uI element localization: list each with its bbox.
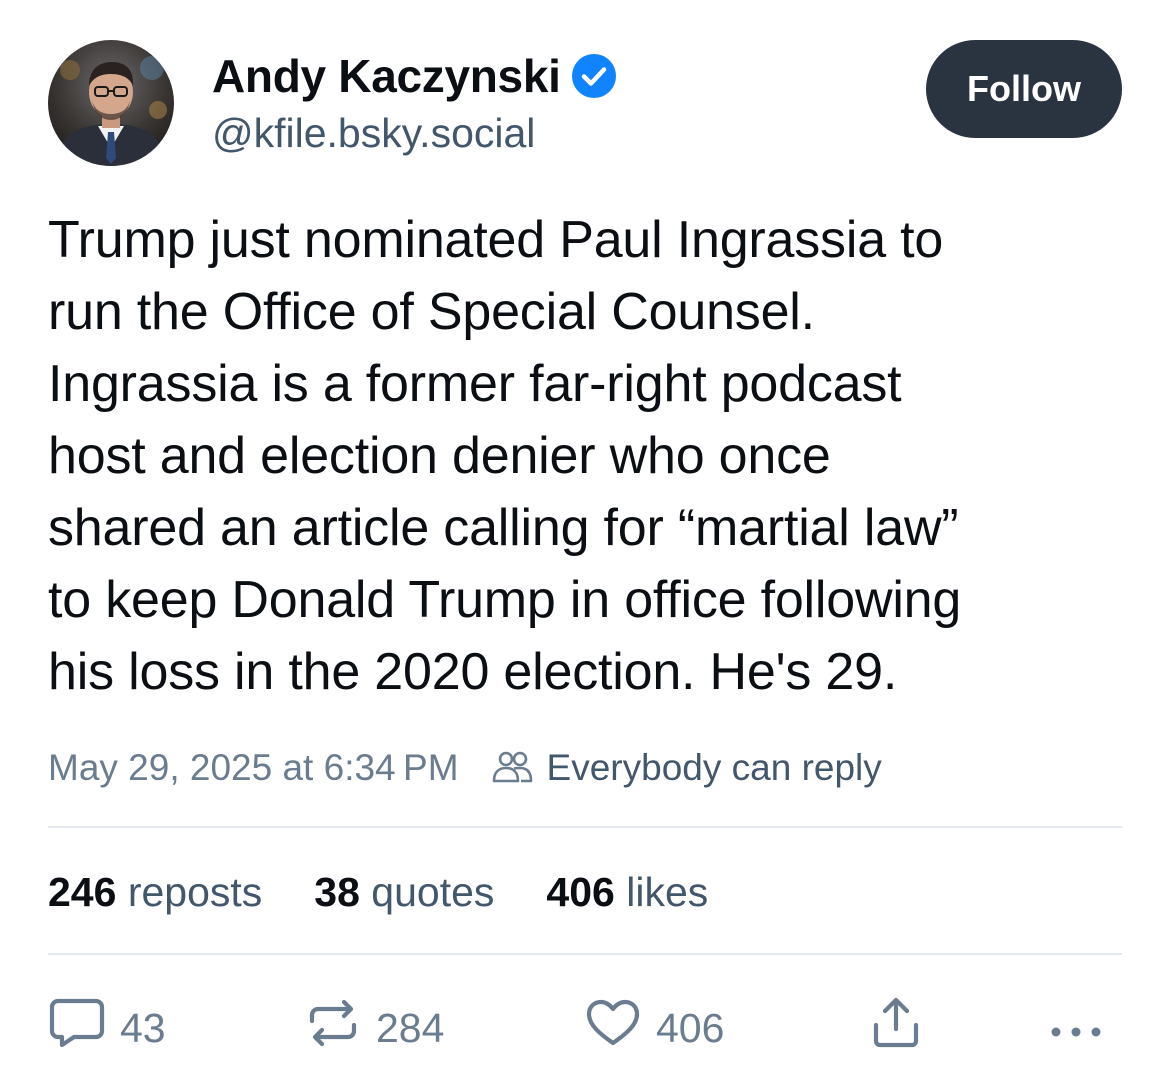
author-avatar[interactable]: [48, 40, 174, 166]
avatar-photo-icon: [48, 40, 174, 166]
post-text-line: Ingrassia is a former far-right podcast: [48, 355, 902, 413]
reply-setting[interactable]: Everybody can reply: [489, 745, 882, 791]
post-text-line: run the Office of Special Counsel.: [48, 283, 815, 341]
share-button[interactable]: [870, 996, 936, 1060]
divider: [48, 953, 1122, 955]
quotes-count: 38: [314, 868, 360, 915]
post-text-line: host and election denier who once: [48, 427, 831, 485]
repost-button[interactable]: 284: [304, 996, 444, 1060]
like-count: 406: [656, 1004, 725, 1051]
divider: [48, 826, 1122, 828]
post-header: Andy Kaczynski @kfile.bsky.social Follow: [48, 40, 1122, 168]
more-options-button[interactable]: [1048, 996, 1118, 1060]
quotes-label: quotes: [371, 868, 495, 915]
post-text-line: to keep Donald Trump in office following: [48, 571, 962, 629]
author-names: Andy Kaczynski @kfile.bsky.social: [212, 48, 617, 157]
verified-check-icon[interactable]: [571, 53, 617, 99]
reply-bubble-icon: [48, 997, 106, 1059]
post-text-line: his loss in the 2020 election. He's 29.: [48, 643, 898, 701]
post-thread-item: Andy Kaczynski @kfile.bsky.social Follow…: [0, 0, 1170, 1088]
author-handle[interactable]: @kfile.bsky.social: [212, 110, 617, 157]
post-text: Trump just nominated Paul Ingrassia to r…: [48, 204, 1128, 708]
repost-icon: [304, 997, 362, 1059]
follow-button[interactable]: Follow: [926, 40, 1122, 138]
post-meta: May 29, 2025 at 6:34 PM Everybody can re…: [48, 740, 882, 796]
repost-count: 284: [376, 1004, 445, 1051]
reposts-count: 246: [48, 868, 117, 915]
ellipsis-icon: [1048, 1005, 1104, 1052]
like-button[interactable]: 406: [584, 996, 724, 1060]
likes-count: 406: [546, 868, 615, 915]
reposts-stat[interactable]: 246 reposts: [48, 869, 262, 916]
reply-count: 43: [120, 1004, 166, 1051]
post-actions: 43 284 406: [48, 996, 1122, 1060]
likes-label: likes: [626, 868, 709, 915]
post-stats: 246 reposts 38 quotes 406 likes: [48, 862, 760, 922]
likes-stat[interactable]: 406 likes: [546, 869, 708, 916]
reply-setting-label: Everybody can reply: [546, 747, 882, 788]
people-icon: [489, 745, 535, 791]
heart-icon: [584, 997, 642, 1059]
author-display-name[interactable]: Andy Kaczynski: [212, 49, 561, 103]
quotes-stat[interactable]: 38 quotes: [314, 869, 494, 916]
display-name-row: Andy Kaczynski: [212, 48, 617, 104]
post-timestamp: May 29, 2025 at 6:34 PM: [48, 747, 459, 788]
post-text-line: shared an article calling for “martial l…: [48, 499, 959, 557]
reposts-label: reposts: [127, 868, 263, 915]
share-icon: [870, 995, 922, 1061]
reply-button[interactable]: 43: [48, 996, 166, 1060]
post-text-line: Trump just nominated Paul Ingrassia to: [48, 211, 944, 269]
